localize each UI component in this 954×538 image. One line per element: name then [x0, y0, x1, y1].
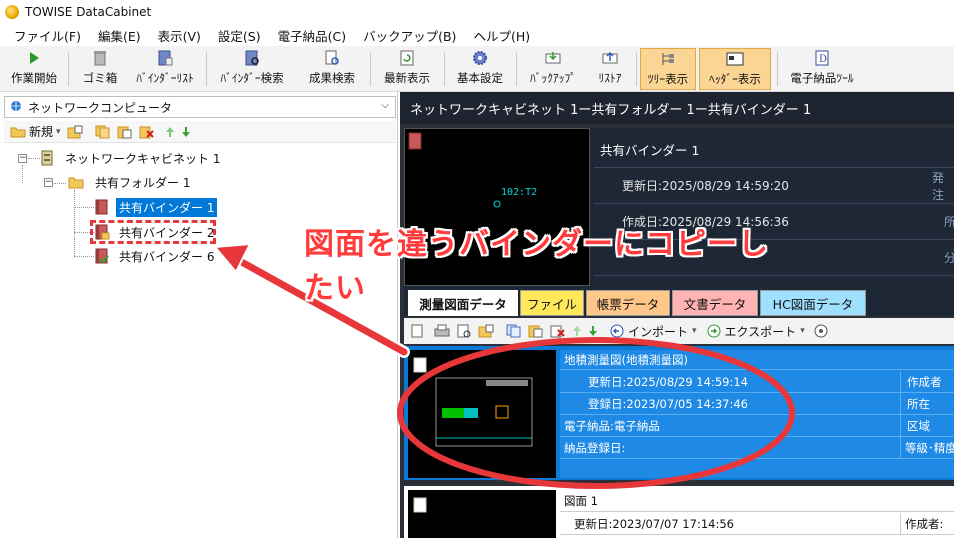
app-window: TOWISE DataCabinet ファイル(F) 編集(E) 表示(V) 設… [0, 0, 954, 538]
highlight-ellipse [397, 337, 795, 489]
target-highlight-box [90, 220, 216, 244]
annotation-text: 図面を違うバインダーにコピーしたい [304, 227, 769, 306]
